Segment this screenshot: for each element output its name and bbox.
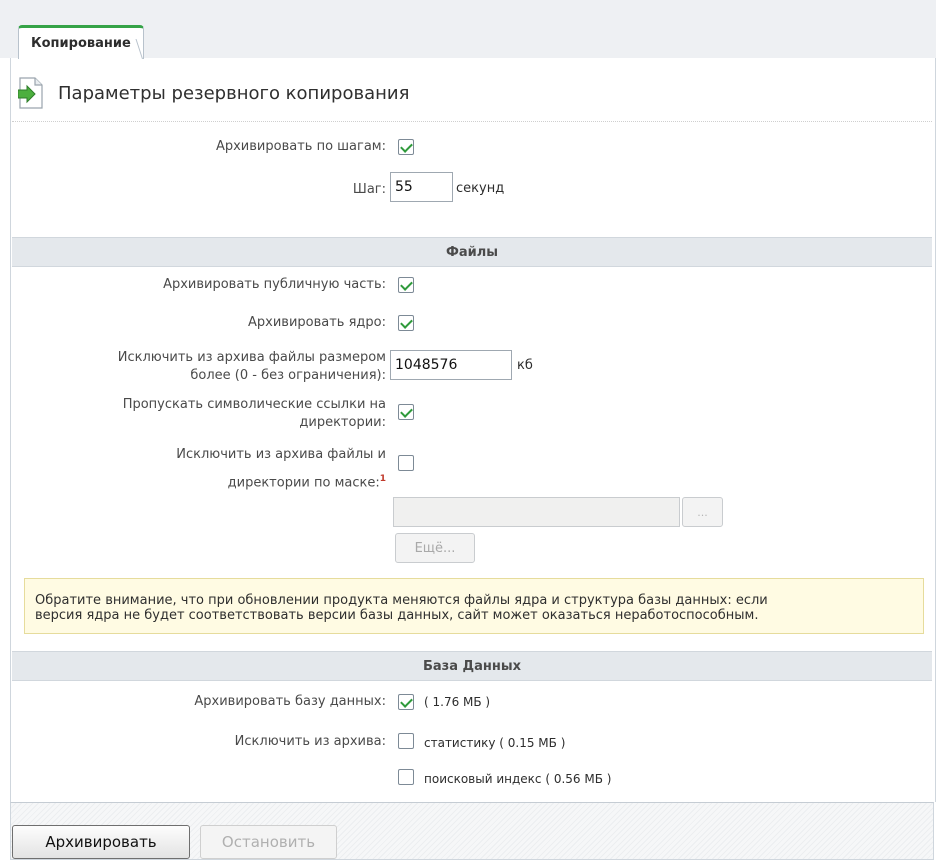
archive-by-steps-checkbox[interactable]: [398, 139, 414, 155]
skip-symlinks-label: Пропускать символические ссылки на дирек…: [122, 397, 386, 430]
exclude-stats-label: статистику ( 0.15 МБ ): [424, 736, 566, 750]
exclude-mask-checkbox[interactable]: [398, 455, 414, 471]
exclude-db-label: Исключить из архива:: [234, 734, 386, 749]
archive-core-checkbox[interactable]: [398, 315, 414, 331]
max-size-label: Исключить из архива файлы размером более…: [117, 350, 386, 383]
step-input[interactable]: [390, 172, 453, 202]
archive-core-label: Архивировать ядро:: [248, 315, 386, 330]
files-section-header: Файлы: [12, 237, 932, 267]
skip-symlinks-checkbox[interactable]: [398, 404, 414, 420]
archive-button[interactable]: Архивировать: [12, 825, 190, 859]
exclude-search-index-label: поисковый индекс ( 0.56 МБ ): [424, 772, 612, 786]
step-label: Шаг:: [352, 182, 386, 197]
database-section-header: База Данных: [12, 651, 932, 681]
footnote-marker: 1: [379, 474, 386, 484]
backup-page-icon: [18, 77, 43, 109]
archive-db-size: ( 1.76 МБ ): [424, 695, 491, 709]
max-size-unit: кб: [517, 358, 533, 373]
tab-copying[interactable]: Копирование: [18, 25, 144, 59]
exclude-search-index-checkbox[interactable]: [398, 769, 414, 785]
browse-button[interactable]: ...: [682, 497, 723, 527]
exclude-stats-checkbox[interactable]: [398, 733, 414, 749]
archive-by-steps-label: Архивировать по шагам:: [215, 139, 386, 154]
update-warning-note: Обратите внимание, что при обновлении пр…: [24, 578, 924, 634]
more-button[interactable]: Ещё...: [395, 533, 475, 563]
files-section-title: Файлы: [445, 244, 499, 260]
mask-input[interactable]: [393, 497, 680, 527]
max-size-input[interactable]: [390, 350, 512, 380]
archive-public-label: Архивировать публичную часть:: [163, 277, 386, 292]
step-unit: секунд: [456, 181, 505, 196]
archive-public-checkbox[interactable]: [398, 277, 414, 293]
tab-label: Копирование: [31, 36, 131, 51]
archive-db-checkbox[interactable]: [398, 694, 414, 710]
archive-db-label: Архивировать базу данных:: [194, 694, 386, 709]
page-title: Параметры резервного копирования: [58, 83, 410, 104]
stop-button[interactable]: Остановить: [200, 825, 337, 859]
title-divider: [12, 121, 932, 122]
database-section-title: База Данных: [423, 658, 521, 674]
exclude-mask-label: Исключить из архива файлы и директории п…: [176, 447, 386, 491]
